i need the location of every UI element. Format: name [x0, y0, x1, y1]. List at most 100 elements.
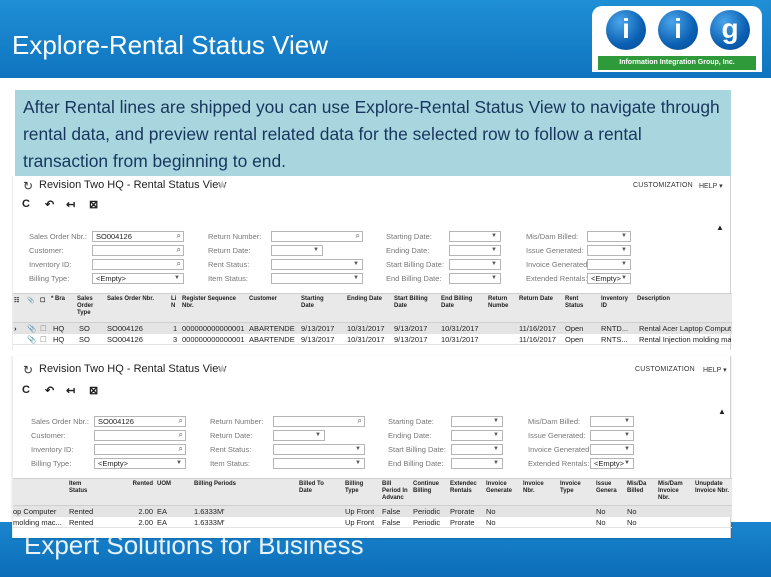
search-icon[interactable]: ⌕ — [177, 259, 181, 268]
customer-input[interactable]: ⌕ — [94, 430, 186, 441]
cell[interactable]: Rental Injection molding ma — [639, 335, 731, 344]
cell[interactable]: ABARTENDE — [249, 324, 299, 333]
starting-date-input[interactable]: ▼ — [449, 231, 501, 242]
cell[interactable]: No — [627, 518, 637, 527]
cell[interactable]: molding mac... — [13, 518, 65, 527]
item-status-select[interactable]: ▼ — [273, 458, 365, 469]
cell[interactable]: 1 — [173, 324, 177, 333]
start-billing-date-input[interactable]: ▼ — [449, 259, 501, 270]
attachment-icon[interactable]: 📎 — [27, 324, 36, 333]
breadcrumb[interactable]: Revision Two HQ - Rental Status View — [39, 363, 226, 375]
column-header[interactable]: Issue Genera — [596, 481, 622, 495]
cell[interactable]: No — [596, 518, 606, 527]
item-status-select[interactable]: ▼ — [271, 273, 363, 284]
favorite-star-icon[interactable]: ★ — [217, 362, 228, 376]
column-header[interactable]: Mis/Da Billed — [627, 481, 651, 495]
fit-columns-icon[interactable]: ↤ — [66, 198, 75, 211]
cell[interactable]: False — [382, 507, 400, 516]
cell[interactable]: 9/13/2017 — [301, 324, 334, 333]
column-header[interactable]: Invoice Type — [560, 481, 590, 495]
column-header[interactable]: Starting Date — [301, 296, 331, 310]
starting-date-input[interactable]: ▼ — [451, 416, 503, 427]
cell[interactable]: 2.00 — [121, 507, 153, 516]
cell[interactable]: HQ — [53, 335, 64, 344]
column-header[interactable]: Register Sequence Nbr. — [182, 296, 242, 310]
column-header[interactable]: Return Date — [519, 296, 559, 303]
cell[interactable]: HQ — [53, 324, 64, 333]
column-header[interactable]: Ending Date — [347, 296, 389, 303]
column-header[interactable]: Item Status — [69, 481, 99, 495]
column-header[interactable]: Rent Status — [565, 296, 587, 310]
column-header[interactable]: Extendec Rentals — [450, 481, 482, 495]
cell[interactable]: EA — [157, 518, 167, 527]
table-row[interactable]: 📎 ☐ HQ SO SO004126 3 000000000000001 ABA… — [13, 334, 732, 345]
cell[interactable]: 11/16/2017 — [519, 335, 556, 344]
cell[interactable]: No — [596, 507, 606, 516]
inventory-id-input[interactable]: ⌕ — [94, 444, 186, 455]
invoice-generated-select[interactable]: ▼ — [590, 444, 634, 455]
ending-date-input[interactable]: ▼ — [451, 430, 503, 441]
cell[interactable]: 11/16/2017 — [519, 324, 556, 333]
cell[interactable]: Rental Acer Laptop Comput — [639, 324, 731, 333]
undo-icon[interactable]: ↶ — [45, 384, 54, 397]
collapse-arrow-icon[interactable]: ▲ — [718, 407, 726, 416]
column-header[interactable]: Sales Order Nbr. — [107, 296, 167, 303]
cell[interactable]: 000000000000001 — [182, 335, 245, 344]
cell[interactable]: 9/13/2017 — [394, 324, 427, 333]
column-header[interactable]: Customer — [249, 296, 293, 303]
collapse-arrow-icon[interactable]: ▲ — [716, 223, 724, 232]
cell[interactable]: Up Front — [345, 507, 374, 516]
cell[interactable]: RNTS... — [601, 335, 635, 344]
column-header[interactable]: Unupdate Invoice Nbr. — [695, 481, 729, 495]
column-header[interactable]: Invoice Generate — [486, 481, 520, 495]
return-number-input[interactable]: ⌕ — [271, 231, 363, 242]
cell[interactable]: 1.6333M' — [194, 507, 225, 516]
billing-type-select[interactable]: <Empty> ▼ — [94, 458, 186, 469]
extended-rentals-select[interactable]: <Empty> ▼ — [590, 458, 634, 469]
column-header[interactable]: Li N — [171, 296, 181, 310]
cell[interactable]: SO004126 — [107, 324, 143, 333]
column-header[interactable]: Billing Type — [345, 481, 373, 495]
cell[interactable]: Prorate — [450, 518, 475, 527]
customer-input[interactable]: ⌕ — [92, 245, 184, 256]
column-header[interactable]: Start Billing Date — [394, 296, 434, 310]
column-header[interactable]: Inventory ID — [601, 296, 631, 310]
cell[interactable]: No — [486, 518, 496, 527]
cell[interactable]: Prorate — [450, 507, 475, 516]
end-billing-date-input[interactable]: ▼ — [449, 273, 501, 284]
search-icon[interactable]: ⌕ — [179, 416, 183, 425]
search-icon[interactable]: ⌕ — [358, 416, 362, 425]
column-header[interactable]: * Bra — [51, 296, 65, 303]
column-header[interactable]: Invoice Nbr. — [523, 481, 553, 495]
cell[interactable]: RNTD... — [601, 324, 635, 333]
column-header[interactable]: Mis/Dam Invoice Nbr. — [658, 481, 690, 502]
column-header[interactable]: Continue Billing — [413, 481, 443, 495]
favorite-star-icon[interactable]: ★ — [217, 178, 228, 192]
table-row[interactable]: molding mac... Rented 2.00 EA 1.6333M' U… — [13, 517, 732, 528]
undo-icon[interactable]: ↶ — [45, 198, 54, 211]
grid-settings-icon[interactable]: ☷ — [14, 298, 19, 305]
misdam-billed-select[interactable]: ▼ — [590, 416, 634, 427]
cell[interactable]: No — [486, 507, 496, 516]
cell[interactable]: 2.00 — [121, 518, 153, 527]
cell[interactable]: 000000000000001 — [182, 324, 245, 333]
export-excel-icon[interactable]: ⊠ — [89, 384, 98, 397]
breadcrumb[interactable]: Revision Two HQ - Rental Status View — [39, 179, 226, 191]
sales-order-nbr-input[interactable]: SO004126 ⌕ — [94, 416, 186, 427]
column-header[interactable]: Billed To Date — [299, 481, 335, 495]
cell[interactable]: Periodic — [413, 507, 440, 516]
cell[interactable]: ABARTENDE — [249, 335, 299, 344]
search-icon[interactable]: ⌕ — [179, 430, 183, 439]
breadcrumb-company[interactable]: Revision Two HQ — [39, 179, 124, 191]
cell[interactable]: 1.6333M' — [194, 518, 225, 527]
column-header[interactable]: Rented — [121, 481, 153, 488]
customization-menu[interactable]: CUSTOMIZATION — [633, 182, 693, 189]
cell[interactable]: SO — [79, 335, 90, 344]
cell[interactable]: 9/13/2017 — [394, 335, 427, 344]
attachment-icon[interactable]: 📎 — [27, 298, 34, 305]
rent-status-select[interactable]: ▼ — [273, 444, 365, 455]
cell[interactable]: No — [627, 507, 637, 516]
column-header[interactable]: Description — [637, 296, 697, 303]
issue-generated-select[interactable]: ▼ — [590, 430, 634, 441]
ending-date-input[interactable]: ▼ — [449, 245, 501, 256]
